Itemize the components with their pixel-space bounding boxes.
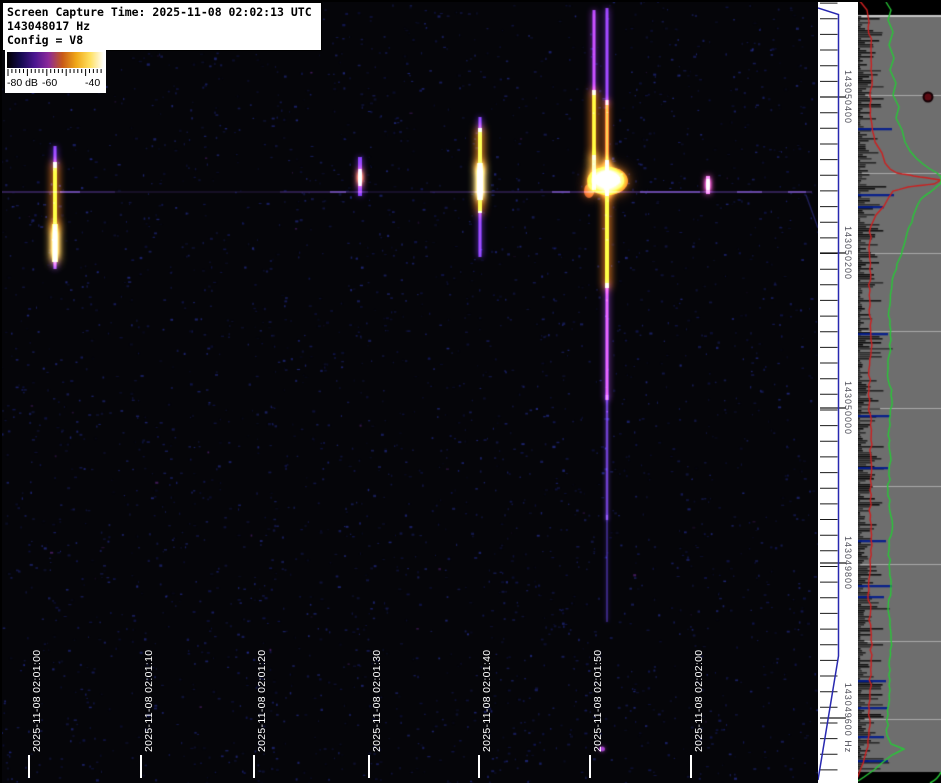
time-label: 2025-11-08 02:01:20: [256, 650, 268, 752]
time-tick: [589, 755, 591, 778]
info-box: Screen Capture Time: 2025-11-08 02:02:13…: [2, 2, 322, 51]
config-text: Config = V8: [7, 33, 317, 47]
colorbar-ruler: [7, 69, 104, 77]
time-tick: [368, 755, 370, 778]
frequency-label: 143049800: [843, 536, 853, 590]
time-tick: [478, 755, 480, 778]
frequency-label: 143050200: [843, 226, 853, 280]
spectrum-panel-canvas: [858, 0, 941, 783]
frequency-label: 143050000: [843, 381, 853, 435]
speclab-window: 2025-11-08 02:01:00 2025-11-08 02:01:10 20…: [0, 0, 941, 783]
time-tick: [253, 755, 255, 778]
time-label: 2025-11-08 02:02:00: [693, 650, 705, 752]
time-label: 2025-11-08 02:01:40: [481, 650, 493, 752]
colorbar-label: -80 dB: [7, 77, 38, 89]
time-label: 2025-11-08 02:01:30: [371, 650, 383, 752]
frequency-label: 143050400: [843, 70, 853, 124]
time-label: 2025-11-08 02:01:00: [31, 650, 43, 752]
time-tick: [690, 755, 692, 778]
colorbar-gradient: [7, 52, 104, 68]
time-tick: [28, 755, 30, 778]
time-tick: [140, 755, 142, 778]
colorbar-label: -40: [85, 77, 100, 89]
colorbar-label: -60: [42, 77, 57, 89]
frequency-text: 143048017 Hz: [7, 19, 317, 33]
time-label: 2025-11-08 02:01:10: [143, 650, 155, 752]
colorbar-labels: -80 dB -60 -40: [5, 77, 106, 91]
colorbar: -80 dB -60 -40: [5, 50, 106, 93]
frequency-label: 143049600 Hz: [843, 683, 853, 754]
time-label: 2025-11-08 02:01:50: [592, 650, 604, 752]
capture-time-text: Screen Capture Time: 2025-11-08 02:02:13…: [7, 5, 317, 19]
